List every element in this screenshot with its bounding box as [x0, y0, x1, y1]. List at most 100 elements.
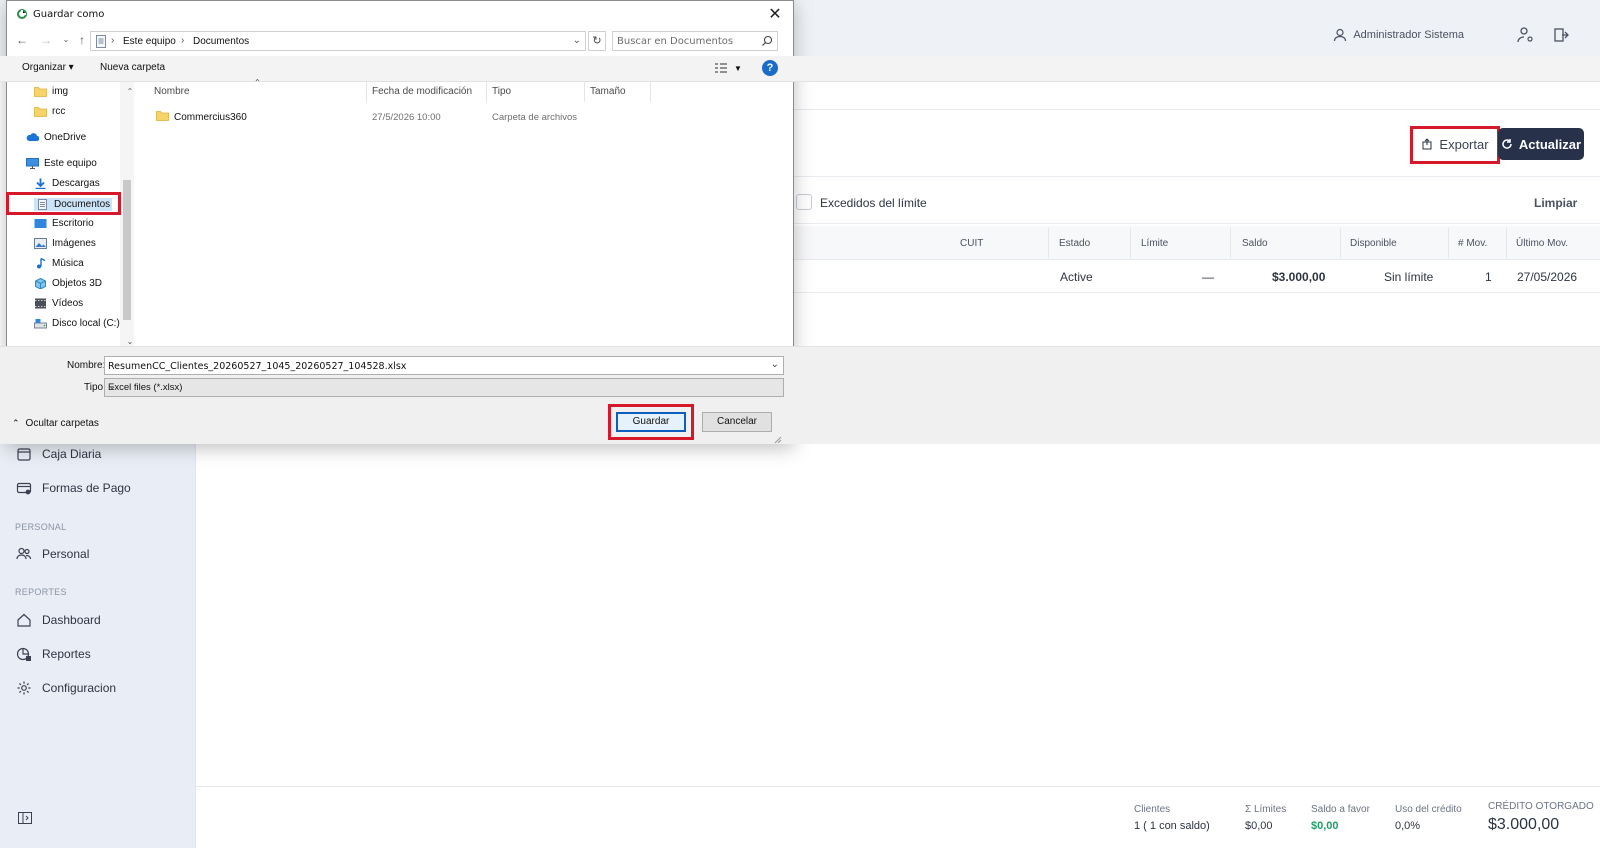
column-separator[interactable] — [584, 82, 585, 102]
filetype-label: Tipo: — [84, 382, 106, 393]
clear-filters-button[interactable]: Limpiar — [1534, 196, 1577, 210]
file-type: Carpeta de archivos — [492, 112, 578, 123]
column-header-movimientos[interactable]: # Mov. — [1458, 238, 1487, 249]
column-header-cuit[interactable]: CUIT — [960, 238, 983, 249]
hide-folders-toggle[interactable]: ⌃ Ocultar carpetas — [12, 418, 99, 429]
cell-limite: — — [1202, 270, 1214, 284]
command-bar — [0, 56, 1600, 82]
column-separator[interactable] — [486, 82, 487, 102]
up-arrow-icon[interactable]: ↑ — [74, 32, 90, 48]
footer-credito-value: $3.000,00 — [1488, 816, 1560, 833]
refresh-icon — [1502, 139, 1512, 149]
nav-item-disco-local[interactable]: Disco local (C:) — [34, 318, 120, 329]
collapse-sidebar-icon[interactable] — [18, 812, 32, 824]
address-dropdown-icon[interactable]: ⌄ — [573, 35, 581, 46]
view-options-icon[interactable] — [714, 62, 728, 74]
column-separator — [1340, 228, 1341, 258]
sidebar-item-caja-diaria[interactable]: Caja Diaria — [16, 446, 101, 462]
user-menu[interactable]: Administrador Sistema — [1333, 28, 1464, 42]
breadcrumb-documentos[interactable]: Documentos — [193, 36, 249, 47]
nav-item-label: img — [52, 86, 69, 97]
nav-item-label: OneDrive — [44, 132, 87, 143]
nav-item-este-equipo[interactable]: Este equipo — [26, 158, 97, 169]
footer-credito-label: CRÉDITO OTORGADO — [1488, 801, 1594, 812]
nav-item-imagenes[interactable]: Imágenes — [34, 238, 96, 249]
back-arrow-icon[interactable]: ← — [14, 32, 30, 48]
sidebar-item-label: Reportes — [42, 647, 91, 661]
new-folder-button[interactable]: Nueva carpeta — [100, 62, 165, 73]
column-header-disponible[interactable]: Disponible — [1350, 238, 1397, 249]
organize-menu[interactable]: Organizar ▾ — [22, 62, 74, 73]
view-dropdown-icon[interactable]: ▼ — [734, 64, 742, 73]
scroll-up-icon[interactable]: ⌃ — [122, 84, 138, 100]
folder-icon — [156, 111, 169, 121]
sidebar-item-label: Dashboard — [42, 613, 101, 627]
nav-item-videos[interactable]: Vídeos — [34, 298, 83, 309]
column-header-limite[interactable]: Límite — [1141, 238, 1168, 249]
footer-clientes-label: Clientes — [1134, 804, 1171, 815]
summary-footer — [196, 786, 1600, 848]
user-icon — [1334, 28, 1347, 42]
nav-item-descargas[interactable]: Descargas — [34, 178, 100, 189]
filename-input[interactable] — [108, 359, 748, 373]
recent-locations-chevron-icon[interactable]: ⌄ — [58, 32, 74, 48]
column-header-estado[interactable]: Estado — [1059, 238, 1090, 249]
nav-item-escritorio[interactable]: Escritorio — [34, 218, 94, 229]
column-header-tipo[interactable]: Tipo — [492, 86, 511, 97]
address-bar[interactable]: › Este equipo › Documentos ⌄ — [90, 31, 586, 51]
column-header-saldo[interactable]: Saldo — [1242, 238, 1268, 249]
search-input[interactable] — [617, 34, 757, 48]
filename-field[interactable]: ⌄ — [104, 356, 784, 375]
cell-saldo: $3.000,00 — [1272, 270, 1326, 284]
column-header-fecha[interactable]: Fecha de modificación — [372, 86, 472, 97]
sidebar-item-personal[interactable]: Personal — [16, 546, 89, 562]
nav-item-label: Descargas — [52, 178, 100, 189]
nav-item-musica[interactable]: Música — [34, 258, 84, 269]
column-header-nombre[interactable]: Nombre — [154, 86, 190, 97]
file-date: 27/5/2026 10:00 — [372, 112, 441, 123]
forward-arrow-icon[interactable]: → — [38, 32, 54, 48]
sidebar-item-formas-de-pago[interactable]: Formas de Pago — [16, 480, 131, 496]
breadcrumb-este-equipo[interactable]: Este equipo — [123, 36, 176, 47]
column-header-ultimo-mov[interactable]: Último Mov. — [1516, 238, 1568, 249]
account-settings-icon[interactable] — [1516, 26, 1534, 44]
navigation-scrollbar-thumb[interactable] — [123, 180, 131, 320]
column-separator — [1506, 228, 1507, 258]
column-header-tamano[interactable]: Tamaño — [590, 86, 626, 97]
nav-item-objetos-3d[interactable]: Objetos 3D — [34, 278, 102, 289]
resize-grip-icon[interactable] — [772, 434, 782, 444]
filetype-select[interactable]: Excel files (*.xlsx) ⌄ — [104, 378, 784, 397]
user-name: Administrador Sistema — [1353, 29, 1464, 41]
exceeded-limit-checkbox[interactable] — [796, 194, 812, 210]
music-icon — [37, 258, 46, 269]
refresh-button[interactable]: Actualizar — [1498, 128, 1584, 160]
close-button[interactable]: ✕ — [765, 4, 785, 24]
column-separator[interactable] — [366, 82, 367, 102]
column-separator — [1048, 228, 1049, 258]
sidebar-item-reportes[interactable]: Reportes — [16, 646, 91, 662]
search-box[interactable] — [612, 31, 778, 51]
dialog-title-bar[interactable]: Guardar como ✕ — [7, 1, 793, 29]
column-separator — [1130, 228, 1131, 258]
nav-item-img[interactable]: img — [34, 86, 68, 97]
computer-icon — [26, 158, 39, 169]
nav-item-label: Escritorio — [52, 218, 94, 229]
filetype-dropdown-icon[interactable]: ⌄ — [108, 381, 779, 392]
sidebar-item-dashboard[interactable]: Dashboard — [16, 612, 101, 628]
filename-label: Nombre: — [67, 360, 106, 371]
card-icon — [16, 482, 32, 495]
sidebar-item-configuracion[interactable]: Configuracion — [16, 680, 116, 696]
refresh-location-icon[interactable]: ↻ — [588, 31, 606, 51]
logout-icon[interactable] — [1552, 26, 1570, 44]
footer-saldo-favor-value: $0,00 — [1311, 820, 1339, 832]
search-icon[interactable] — [761, 35, 773, 47]
people-icon — [16, 547, 32, 560]
nav-item-onedrive[interactable]: OneDrive — [26, 132, 86, 143]
filename-dropdown-icon[interactable]: ⌄ — [771, 359, 779, 370]
cancel-button[interactable]: Cancelar — [702, 412, 772, 432]
cell-estado: Active — [1060, 270, 1093, 284]
help-icon[interactable]: ? — [762, 60, 778, 76]
column-separator[interactable] — [650, 82, 651, 102]
nav-item-rcc[interactable]: rcc — [34, 106, 65, 117]
chevron-up-icon: ⌃ — [12, 418, 20, 428]
